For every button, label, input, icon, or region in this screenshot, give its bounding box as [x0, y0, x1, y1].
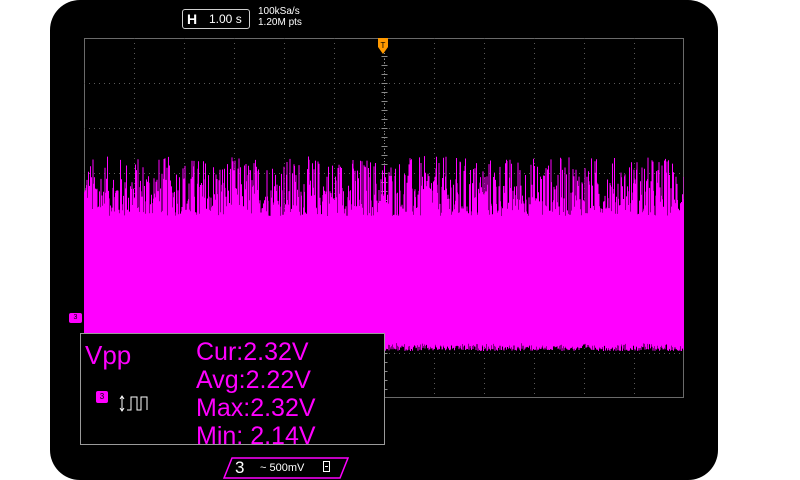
- trigger-marker-label: T: [381, 41, 386, 50]
- measurement-value: 2.14V: [250, 422, 316, 450]
- measurement-label: Max:: [196, 394, 251, 422]
- measurement-label: Avg:: [196, 366, 246, 394]
- measurement-source-badge: 3: [96, 391, 108, 403]
- channel-3-waveform: [84, 156, 684, 351]
- timebase-label: H: [187, 11, 198, 27]
- measurement-name: Vpp: [85, 340, 132, 370]
- channel-scale: ~ 500mV: [260, 462, 304, 474]
- sample-rate: 100kSa/s: [258, 6, 300, 17]
- bandwidth-limit-icon: [323, 461, 330, 472]
- measurement-label: Min:: [196, 422, 244, 450]
- measurement-row-min: Min: 2.14V: [196, 422, 316, 451]
- pulse-icon: [119, 395, 148, 412]
- timebase-box[interactable]: H 1.00 s: [182, 9, 250, 29]
- measurement-value: 2.32V: [243, 338, 309, 366]
- memory-depth: 1.20M pts: [258, 17, 302, 28]
- measurement-panel: Vpp 3 Cur:2.32V Avg:2.22V Max:2.32V Min:…: [80, 333, 385, 450]
- trigger-position-icon[interactable]: T: [378, 38, 388, 54]
- timebase-value: 1.00 s: [209, 12, 242, 26]
- measurement-value: 2.22V: [245, 366, 311, 394]
- vertical-scale: 500mV: [269, 462, 305, 474]
- oscilloscope-screen: H 1.00 s 100kSa/s 1.20M pts T 3 Vpp 3 Cu…: [50, 0, 718, 480]
- measurement-row-cur: Cur:2.32V: [196, 338, 309, 367]
- channel-3-offset-marker[interactable]: 3: [69, 313, 82, 323]
- coupling-symbol: ~: [260, 462, 267, 474]
- measurement-label: Cur:: [196, 338, 244, 366]
- channel-number: 3: [235, 458, 245, 477]
- measurement-row-avg: Avg:2.22V: [196, 366, 311, 395]
- measurement-value: 2.32V: [250, 394, 316, 422]
- measurement-row-max: Max:2.32V: [196, 394, 316, 423]
